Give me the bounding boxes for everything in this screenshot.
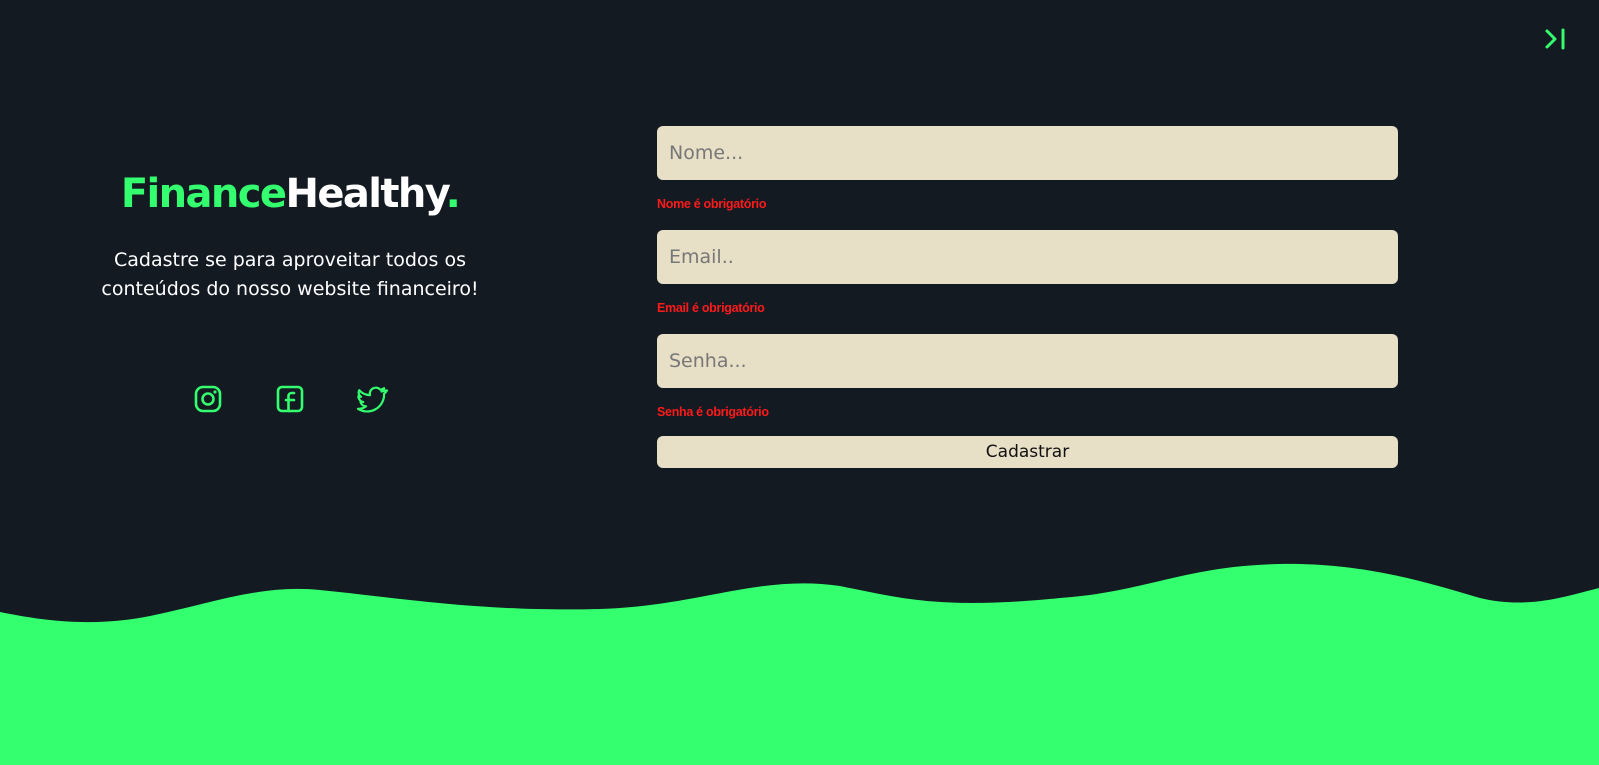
facebook-icon[interactable] bbox=[274, 383, 306, 415]
left-panel: FinanceHealthy. Cadastre se para aprovei… bbox=[60, 170, 520, 413]
twitter-icon[interactable] bbox=[356, 383, 389, 415]
submit-button[interactable]: Cadastrar bbox=[657, 436, 1398, 468]
name-error: Nome é obrigatório bbox=[657, 197, 767, 211]
social-links bbox=[60, 383, 520, 415]
password-input[interactable] bbox=[657, 334, 1398, 388]
password-error: Senha é obrigatório bbox=[657, 405, 769, 419]
tagline: Cadastre se para aproveitar todos os con… bbox=[101, 249, 479, 300]
collapse-right-icon[interactable] bbox=[1543, 26, 1569, 52]
brand-finance: Finance bbox=[120, 171, 287, 217]
instagram-icon[interactable] bbox=[192, 383, 224, 415]
brand-logo: FinanceHealthy. bbox=[60, 170, 520, 218]
signup-form: Nome é obrigatório Email é obrigatório S… bbox=[657, 126, 1398, 468]
decorative-wave bbox=[0, 563, 1599, 765]
brand-dot: . bbox=[445, 171, 461, 217]
name-input[interactable] bbox=[657, 126, 1398, 180]
email-input[interactable] bbox=[657, 230, 1398, 284]
brand-healthy: Healthy bbox=[285, 171, 447, 217]
email-error: Email é obrigatório bbox=[657, 301, 765, 315]
